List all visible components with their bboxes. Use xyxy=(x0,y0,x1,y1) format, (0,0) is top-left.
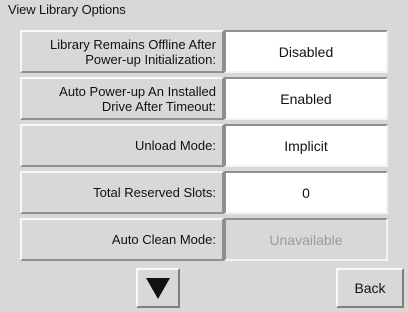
option-label: Library Remains Offline After Power-up I… xyxy=(20,30,224,73)
option-label: Auto Power-up An Installed Drive After T… xyxy=(20,77,224,120)
window-title: View Library Options xyxy=(8,2,126,17)
option-label-line: Drive After Timeout: xyxy=(101,98,216,114)
option-value-button[interactable]: Disabled xyxy=(224,30,388,73)
option-value-button[interactable]: 0 xyxy=(224,171,388,214)
option-value-unavailable: Unavailable xyxy=(224,218,388,261)
view-library-options-panel: View Library Options Library Remains Off… xyxy=(0,0,408,312)
option-label: Auto Clean Mode: xyxy=(20,218,224,261)
down-triangle-icon xyxy=(146,278,170,299)
option-label-line: Auto Power-up An Installed xyxy=(59,83,216,99)
option-value-button[interactable]: Implicit xyxy=(224,124,388,167)
option-row-unload-mode: Unload Mode: Implicit xyxy=(20,124,388,167)
bottom-controls: Back xyxy=(0,264,408,312)
back-button[interactable]: Back xyxy=(336,268,404,308)
option-label-line: Power-up Initialization: xyxy=(85,51,216,67)
option-row-offline-after-powerup: Library Remains Offline After Power-up I… xyxy=(20,30,388,73)
option-row-auto-clean-mode: Auto Clean Mode: Unavailable xyxy=(20,218,388,261)
option-label-line: Library Remains Offline After xyxy=(50,36,216,52)
options-list: Library Remains Offline After Power-up I… xyxy=(20,30,388,265)
option-label: Total Reserved Slots: xyxy=(20,171,224,214)
option-row-total-reserved-slots: Total Reserved Slots: 0 xyxy=(20,171,388,214)
option-row-auto-powerup-drive: Auto Power-up An Installed Drive After T… xyxy=(20,77,388,120)
scroll-down-button[interactable] xyxy=(136,268,180,308)
option-value-button[interactable]: Enabled xyxy=(224,77,388,120)
option-label: Unload Mode: xyxy=(20,124,224,167)
